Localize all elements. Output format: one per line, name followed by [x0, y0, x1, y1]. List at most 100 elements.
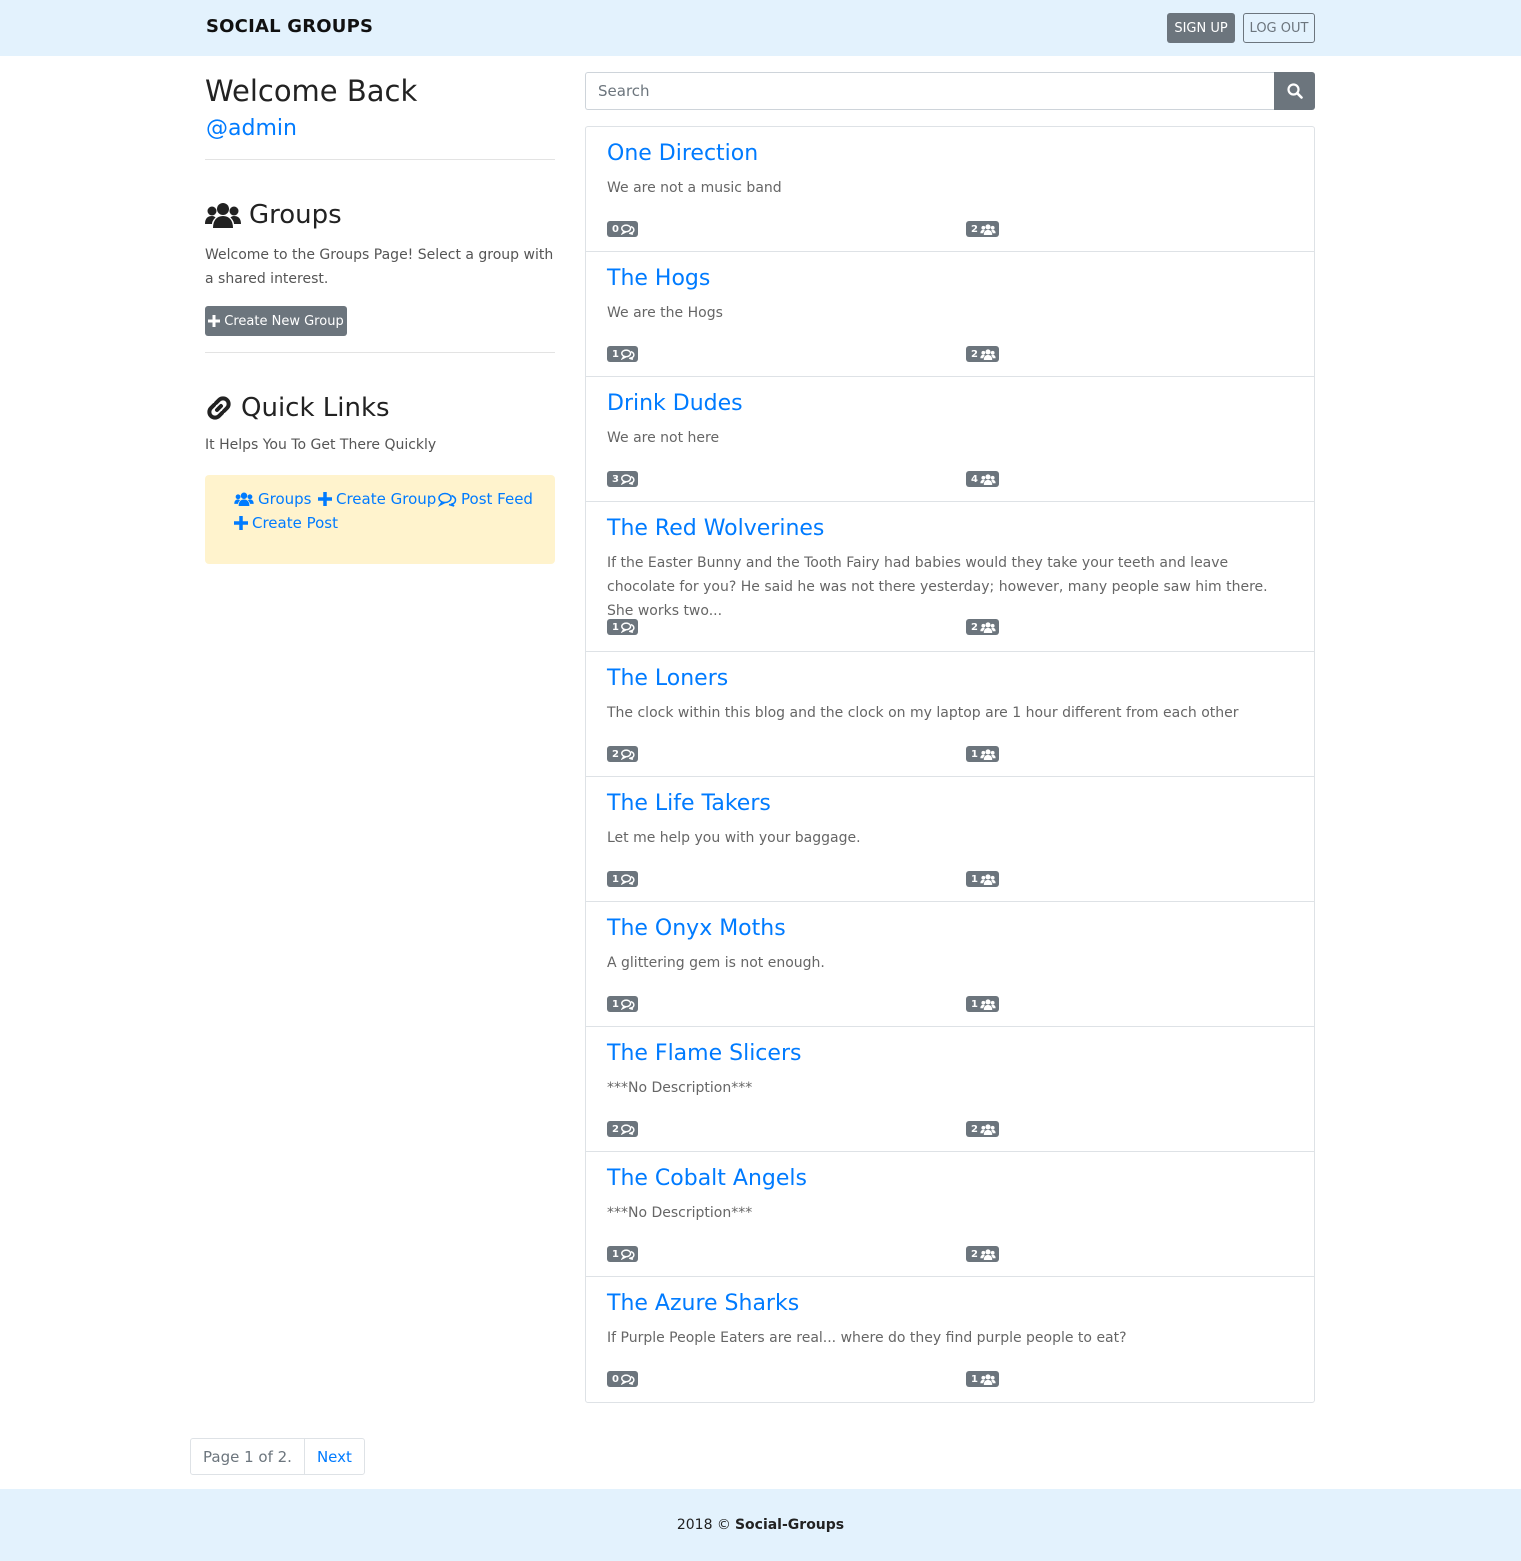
group-title-link[interactable]: The Red Wolverines — [607, 516, 824, 541]
create-new-group-label: Create New Group — [224, 313, 344, 329]
member-count: 2 — [971, 223, 978, 235]
footer-copyright: 2018 © — [676, 1517, 731, 1533]
group-title-link[interactable]: The Cobalt Angels — [607, 1166, 807, 1191]
member-count: 2 — [971, 1248, 978, 1260]
group-title-link[interactable]: The Azure Sharks — [607, 1291, 799, 1316]
comments-icon — [620, 473, 635, 485]
group-list-item: The Azure Sharks If Purple People Eaters … — [586, 1277, 1314, 1402]
comments-icon — [620, 1123, 635, 1135]
users-icon — [980, 998, 996, 1010]
group-title-link[interactable]: The Hogs — [607, 266, 710, 291]
quick-link-create-group[interactable]: Create Group — [318, 490, 436, 508]
next-page-link[interactable]: Next — [305, 1439, 364, 1474]
post-count: 0 — [612, 1373, 619, 1385]
link-icon — [207, 396, 231, 420]
quick-links-heading-label: Quick Links — [241, 393, 390, 423]
quick-link-groups-label: Groups — [258, 490, 312, 508]
plus-icon — [318, 492, 332, 506]
member-count-badge: 2 — [966, 346, 999, 362]
comments-icon — [620, 998, 635, 1010]
comments-icon — [620, 873, 635, 885]
group-description: We are not here — [607, 430, 720, 446]
group-list-item: The Cobalt Angels ***No Description*** 1 2 — [586, 1152, 1314, 1277]
post-count-badge: 2 — [607, 1121, 638, 1137]
divider — [205, 352, 555, 353]
quick-links-heading: Quick Links — [205, 393, 390, 423]
search-input[interactable] — [585, 72, 1275, 110]
comments-icon — [438, 492, 457, 507]
member-count-badge: 2 — [966, 1246, 999, 1262]
member-count-badge: 1 — [966, 871, 999, 887]
pagination: Page 1 of 2. Next — [190, 1438, 365, 1475]
create-new-group-button[interactable]: Create New Group — [205, 306, 347, 336]
group-list-item: The Life Takers Let me help you with your… — [586, 777, 1314, 902]
sign-up-button[interactable]: SIGN UP — [1167, 13, 1235, 43]
quick-link-create-post[interactable]: Create Post — [234, 514, 338, 532]
users-icon — [980, 1248, 996, 1260]
member-count-badge: 2 — [966, 221, 999, 237]
post-count-badge: 1 — [607, 346, 638, 362]
post-count-badge: 1 — [607, 871, 638, 887]
post-count: 2 — [612, 1123, 619, 1135]
group-list-item: Drink Dudes We are not here 3 4 — [586, 377, 1314, 502]
users-icon — [980, 348, 996, 360]
users-icon — [980, 873, 996, 885]
member-count: 2 — [971, 621, 978, 633]
post-count: 0 — [612, 223, 619, 235]
quick-link-post-feed[interactable]: Post Feed — [438, 490, 533, 508]
group-title-link[interactable]: The Life Takers — [607, 791, 771, 816]
member-count: 2 — [971, 348, 978, 360]
groups-heading-label: Groups — [249, 200, 342, 230]
group-title-link[interactable]: One Direction — [607, 141, 758, 166]
group-description: The clock within this blog and the clock… — [607, 705, 1239, 721]
group-description: Let me help you with your baggage. — [607, 830, 861, 846]
comments-icon — [620, 348, 635, 360]
group-list-item: The Red Wolverines If the Easter Bunny an… — [586, 502, 1314, 652]
username-link[interactable]: @admin — [206, 116, 297, 141]
member-count-badge: 4 — [966, 471, 999, 487]
post-count-badge: 2 — [607, 746, 638, 762]
post-count-badge: 1 — [607, 1246, 638, 1262]
group-title-link[interactable]: The Flame Slicers — [607, 1041, 801, 1066]
group-description: ***No Description*** — [607, 1080, 753, 1096]
divider — [205, 159, 555, 160]
quick-links-subtitle: It Helps You To Get There Quickly — [205, 437, 437, 453]
post-count-badge: 3 — [607, 471, 638, 487]
comments-icon — [620, 223, 635, 235]
brand-link[interactable]: SOCIAL GROUPS — [206, 16, 373, 37]
users-icon — [980, 223, 996, 235]
group-list-item: The Loners The clock within this blog and… — [586, 652, 1314, 777]
plus-icon — [208, 315, 221, 327]
member-count-badge: 1 — [966, 996, 999, 1012]
search-button[interactable] — [1274, 72, 1315, 110]
member-count: 1 — [971, 873, 978, 885]
group-list-item: The Onyx Moths A glittering gem is not en… — [586, 902, 1314, 1027]
post-count: 1 — [612, 873, 619, 885]
group-title-link[interactable]: The Onyx Moths — [607, 916, 786, 941]
group-list-item: One Direction We are not a music band 0 2 — [586, 127, 1314, 252]
footer: 2018 © Social-Groups — [0, 1489, 1521, 1561]
welcome-heading: Welcome Back — [205, 74, 418, 108]
search-icon — [1286, 83, 1303, 99]
users-icon — [234, 492, 254, 506]
plus-icon — [234, 516, 248, 530]
member-count-badge: 2 — [966, 619, 999, 635]
group-list-item: The Flame Slicers ***No Description*** 2 2 — [586, 1027, 1314, 1152]
quick-link-create-group-label: Create Group — [336, 490, 437, 508]
member-count: 1 — [971, 748, 978, 760]
page-info: Page 1 of 2. — [191, 1439, 305, 1474]
group-description: If Purple People Eaters are real... wher… — [607, 1330, 1127, 1346]
log-out-button[interactable]: LOG OUT — [1243, 13, 1315, 43]
users-icon — [980, 621, 996, 633]
users-icon — [980, 1123, 996, 1135]
group-title-link[interactable]: The Loners — [607, 666, 728, 691]
quick-links-panel: Groups Create Group Post Feed Create Pos… — [205, 475, 555, 564]
groups-intro-text: Welcome to the Groups Page! Select a gro… — [205, 247, 554, 287]
post-count-badge: 0 — [607, 1371, 638, 1387]
member-count: 2 — [971, 1123, 978, 1135]
group-title-link[interactable]: Drink Dudes — [607, 391, 743, 416]
post-count-badge: 0 — [607, 221, 638, 237]
quick-link-groups[interactable]: Groups — [234, 490, 311, 508]
quick-link-post-feed-label: Post Feed — [461, 490, 533, 508]
member-count-badge: 2 — [966, 1121, 999, 1137]
